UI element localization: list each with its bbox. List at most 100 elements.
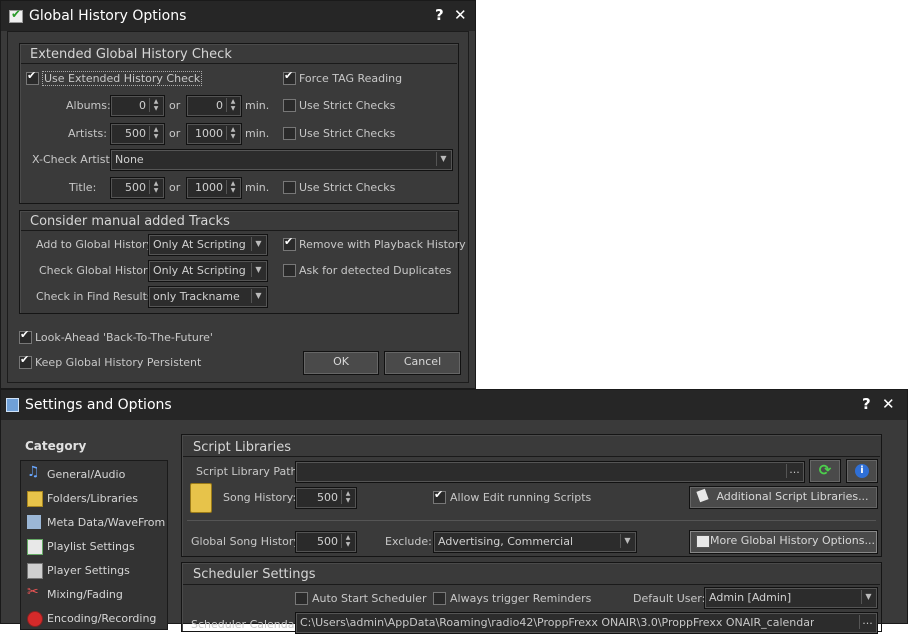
dialog-help-button[interactable]: ? bbox=[435, 6, 444, 24]
category-title: Category bbox=[25, 439, 87, 453]
category-meta-data[interactable]: Meta Data/WaveFrom bbox=[23, 511, 167, 535]
category-player-settings[interactable]: Player Settings bbox=[23, 559, 167, 583]
settings-titlebar[interactable]: Settings and Options ? ✕ bbox=[1, 390, 907, 420]
manual-tracks-title: Consider manual added Tracks bbox=[30, 214, 230, 229]
more-global-history-options-button[interactable]: More Global History Options... bbox=[689, 530, 878, 554]
check-global-history-label: Check Global History: bbox=[39, 264, 157, 277]
ok-button[interactable]: OK bbox=[303, 351, 379, 375]
always-trigger-reminders-label: Always trigger Reminders bbox=[450, 592, 592, 605]
settings-app-icon bbox=[6, 398, 19, 412]
song-history-label: Song History: bbox=[223, 491, 297, 504]
ask-duplicates-checkbox[interactable] bbox=[283, 264, 296, 277]
exclude-select[interactable]: Advertising, Commercial ▼ bbox=[433, 531, 637, 553]
add-global-history-label: Add to Global History: bbox=[36, 238, 156, 251]
chevron-down-icon[interactable]: ▼ bbox=[251, 289, 265, 303]
chevron-down-icon[interactable]: ▼ bbox=[251, 263, 265, 277]
scheduler-calendar-field[interactable]: C:\Users\admin\AppData\Roaming\radio42\P… bbox=[295, 612, 878, 634]
auto-start-scheduler-checkbox[interactable] bbox=[295, 592, 308, 605]
default-user-label: Default User: bbox=[633, 592, 706, 605]
spinner-arrows-icon[interactable]: ▲ ▼ bbox=[149, 126, 162, 140]
category-folders-libraries[interactable]: Folders/Libraries bbox=[23, 487, 167, 511]
extended-divider bbox=[21, 63, 457, 64]
calendar-browse-button[interactable]: ... bbox=[859, 615, 875, 629]
always-trigger-reminders-checkbox[interactable] bbox=[433, 592, 446, 605]
category-playlist-settings[interactable]: Playlist Settings bbox=[23, 535, 167, 559]
spinner-arrows-icon[interactable]: ▲ ▼ bbox=[149, 98, 162, 112]
script-library-path-field[interactable]: ... bbox=[295, 461, 805, 483]
chevron-down-icon[interactable]: ▼ bbox=[861, 590, 875, 604]
artists-or-label: or bbox=[169, 127, 181, 140]
title-label: Title: bbox=[69, 181, 97, 194]
spinner-arrows-icon[interactable]: ▲ ▼ bbox=[341, 490, 354, 504]
additional-script-libraries-button[interactable]: Additional Script Libraries... bbox=[689, 486, 878, 509]
albums-or-label: or bbox=[169, 99, 181, 112]
albums-minutes-spinner[interactable]: 0 ▲ ▼ bbox=[186, 95, 242, 117]
extended-history-title: Extended Global History Check bbox=[30, 47, 232, 62]
song-history-spinner[interactable]: 500 ▲ ▼ bbox=[295, 487, 357, 509]
albums-min-unit: min. bbox=[245, 99, 270, 112]
xcheck-artist-select[interactable]: None ▼ bbox=[110, 149, 453, 171]
dialog-title: Global History Options bbox=[29, 8, 187, 24]
folder-icon bbox=[27, 491, 43, 507]
spinner-arrows-icon[interactable]: ▲ ▼ bbox=[226, 126, 239, 140]
chevron-down-icon[interactable]: ▼ bbox=[620, 534, 634, 548]
spinner-arrows-icon[interactable]: ▲ ▼ bbox=[341, 534, 354, 548]
chevron-down-icon[interactable]: ▼ bbox=[436, 152, 450, 166]
title-minutes-spinner[interactable]: 1000 ▲ ▼ bbox=[186, 177, 242, 199]
albums-strict-checkbox[interactable] bbox=[283, 99, 296, 112]
spinner-arrows-icon[interactable]: ▲ ▼ bbox=[226, 98, 239, 112]
artists-strict-label: Use Strict Checks bbox=[299, 127, 396, 140]
manual-divider bbox=[21, 230, 457, 231]
playlist-icon bbox=[27, 539, 43, 555]
artists-min-spinner[interactable]: 500 ▲ ▼ bbox=[110, 123, 165, 145]
auto-start-scheduler-label: Auto Start Scheduler bbox=[312, 592, 427, 605]
keep-persistent-checkbox[interactable] bbox=[19, 353, 32, 369]
category-general-audio[interactable]: ♫ General/Audio bbox=[23, 463, 167, 487]
refresh-button[interactable]: ⟳ bbox=[809, 459, 841, 483]
dialog-titlebar[interactable]: ✔ Global History Options ? ✕ bbox=[1, 1, 475, 31]
use-extended-history-checkbox[interactable] bbox=[26, 69, 39, 85]
dialog-close-button[interactable]: ✕ bbox=[454, 6, 467, 24]
add-global-history-select[interactable]: Only At Scripting ▼ bbox=[148, 234, 268, 256]
cancel-button[interactable]: Cancel bbox=[384, 351, 461, 375]
script-library-path-label: Script Library Path: bbox=[196, 465, 302, 478]
global-song-history-label: Global Song History: bbox=[191, 535, 303, 548]
settings-close-button[interactable]: ✕ bbox=[882, 395, 895, 413]
settings-help-button[interactable]: ? bbox=[862, 395, 871, 413]
force-tag-reading-checkbox[interactable] bbox=[283, 69, 296, 85]
player-icon bbox=[27, 563, 43, 579]
chevron-down-icon[interactable]: ▼ bbox=[251, 237, 265, 251]
artists-strict-checkbox[interactable] bbox=[283, 127, 296, 140]
check-find-results-label: Check in Find Results: bbox=[36, 290, 157, 303]
scheduler-divider bbox=[183, 584, 880, 585]
mixing-icon: ✂ bbox=[27, 584, 39, 600]
global-song-history-spinner[interactable]: 500 ▲ ▼ bbox=[295, 531, 357, 553]
folder-library-icon bbox=[190, 483, 212, 513]
look-ahead-checkbox[interactable] bbox=[19, 328, 32, 344]
spinner-arrows-icon[interactable]: ▲ ▼ bbox=[149, 180, 162, 194]
category-mixing-fading[interactable]: ✂ Mixing/Fading bbox=[23, 583, 167, 607]
albums-min-spinner[interactable]: 0 ▲ ▼ bbox=[110, 95, 165, 117]
dialog-app-icon: ✔ bbox=[9, 7, 23, 23]
artists-minutes-spinner[interactable]: 1000 ▲ ▼ bbox=[186, 123, 242, 145]
music-note-icon: ♫ bbox=[27, 464, 40, 480]
category-encoding-recording[interactable]: Encoding/Recording bbox=[23, 607, 167, 631]
use-extended-history-label: Use Extended History Check bbox=[42, 71, 203, 86]
path-browse-button[interactable]: ... bbox=[786, 464, 802, 478]
global-history-dialog: ✔ Global History Options ? ✕ Extended Gl… bbox=[0, 0, 476, 389]
info-button[interactable]: i bbox=[846, 459, 878, 483]
script-libraries-title: Script Libraries bbox=[193, 440, 291, 455]
script-libraries-separator bbox=[187, 520, 876, 521]
checkmark-icon: ✔ bbox=[11, 7, 22, 21]
default-user-select[interactable]: Admin [Admin] ▼ bbox=[704, 587, 878, 609]
spinner-arrows-icon[interactable]: ▲ ▼ bbox=[226, 180, 239, 194]
title-strict-checkbox[interactable] bbox=[283, 181, 296, 194]
check-global-history-select[interactable]: Only At Scripting ▼ bbox=[148, 260, 268, 282]
artists-min-unit: min. bbox=[245, 127, 270, 140]
title-min-spinner[interactable]: 500 ▲ ▼ bbox=[110, 177, 165, 199]
info-icon: i bbox=[855, 464, 869, 478]
remove-playback-history-checkbox[interactable] bbox=[283, 235, 296, 251]
record-icon bbox=[27, 611, 43, 627]
allow-edit-checkbox[interactable] bbox=[433, 488, 446, 504]
check-find-results-select[interactable]: only Trackname ▼ bbox=[148, 286, 268, 308]
